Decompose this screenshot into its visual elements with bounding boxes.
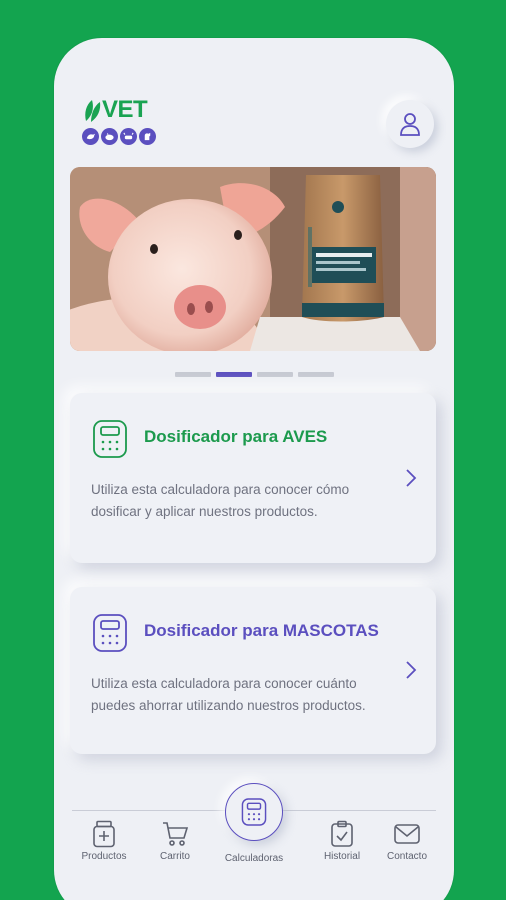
user-icon <box>400 113 420 136</box>
logo-animal-icons <box>82 128 162 145</box>
nav-label: Calculadoras <box>224 853 284 864</box>
nav-calculadoras-button[interactable] <box>225 783 283 841</box>
nav-item-calculadoras[interactable]: Calculadoras <box>219 850 289 864</box>
carousel-indicator <box>175 372 334 377</box>
nav-item-productos[interactable]: Productos <box>69 820 139 862</box>
nav-item-carrito[interactable]: Carrito <box>140 820 210 862</box>
pig-icon <box>101 128 118 145</box>
nav-label: Productos <box>81 851 127 862</box>
nav-item-historial[interactable]: Historial <box>307 820 377 862</box>
logo-text: VET <box>102 96 148 123</box>
carousel-dot-3[interactable] <box>257 372 293 377</box>
dog-icon <box>139 128 156 145</box>
mail-icon <box>394 824 420 844</box>
nav-label: Historial <box>323 851 361 862</box>
calculator-icon <box>93 420 127 458</box>
chevron-right-icon[interactable] <box>404 659 418 681</box>
carousel-dot-2[interactable] <box>216 372 252 377</box>
banner-image <box>70 167 436 351</box>
clipboard-icon <box>331 820 353 847</box>
cow-icon <box>120 128 137 145</box>
carousel-dot-4[interactable] <box>298 372 334 377</box>
app-logo: VET <box>82 96 162 150</box>
leaf-logo-icon <box>85 100 101 122</box>
card-title: Dosificador para AVES <box>144 427 328 446</box>
profile-button[interactable] <box>386 100 434 148</box>
card-description: Utiliza esta calculadora para conocer cu… <box>91 676 366 713</box>
calculator-icon <box>241 798 267 826</box>
bird-icon <box>82 128 99 145</box>
nav-label: Contacto <box>386 851 428 862</box>
cart-icon <box>163 822 189 846</box>
nav-item-contacto[interactable]: Contacto <box>372 820 442 862</box>
calculator-icon <box>93 614 127 652</box>
promo-banner[interactable] <box>70 167 436 351</box>
chevron-right-icon[interactable] <box>404 467 418 489</box>
app-screen: VET Dosificador para AVES Utiliza esta c… <box>54 38 454 900</box>
card-dosificador-mascotas[interactable]: Dosificador para MASCOTAS Utiliza esta c… <box>70 587 436 754</box>
card-title: Dosificador para MASCOTAS <box>144 621 379 640</box>
card-description: Utiliza esta calculadora para conocer có… <box>91 482 350 519</box>
card-dosificador-aves[interactable]: Dosificador para AVES Utiliza esta calcu… <box>70 393 436 563</box>
carousel-dot-1[interactable] <box>175 372 211 377</box>
medicine-jar-icon <box>93 820 115 848</box>
nav-label: Carrito <box>159 851 190 862</box>
